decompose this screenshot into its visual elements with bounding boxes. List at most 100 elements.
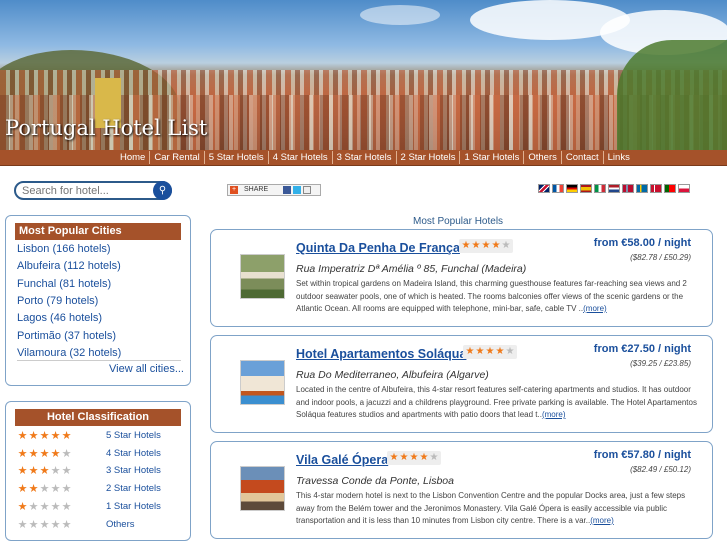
search-icon[interactable]: ⚲ [153,181,172,200]
star-icon: ★ [465,346,475,357]
page: Portugal Hotel List Home Car Rental 5 Star… [0,0,727,545]
hotel-description: Located in the centre of Albufeira, this… [296,384,698,422]
classification-link[interactable]: 5 Star Hotels [106,430,161,441]
star-icon: ★ [28,464,39,478]
star-icon: ★ [28,429,39,442]
star-rating: ★ ★ ★ ★ ★ [387,451,441,465]
germany-flag[interactable] [566,184,578,193]
star-icon: ★ [419,452,429,463]
classification-row[interactable]: ★ ★ ★ ★ ★ 4 Star Hotels [17,448,187,462]
classification-link[interactable]: 2 Star Hotels [106,483,161,494]
classification-row[interactable]: ★ ★ ★ ★ ★ 3 Star Hotels [17,465,187,479]
popular-cities-title: Most Popular Cities [15,223,181,240]
hotel-card: Hotel Apartamentos Soláqua ★ ★ ★ ★ ★ Rua Do Me… [210,335,713,433]
star-icon: ★ [39,446,50,460]
nav-item-2-star-hotels[interactable]: 2 Star Hotels [397,151,461,164]
hotel-price: from €27.50 / night [593,343,691,355]
poland-flag[interactable] [678,184,690,193]
city-link[interactable]: Lisbon (166 hotels) [17,243,111,255]
star-icon: ★ [501,240,511,251]
more-link[interactable]: (more) [583,304,607,313]
classification-link[interactable]: 1 Star Hotels [106,501,161,512]
star-icon: ★ [491,240,501,251]
classification-link[interactable]: 4 Star Hotels [106,448,161,459]
more-link[interactable]: (more) [590,516,614,525]
hotel-description-text: Located in the centre of Albufeira, this… [296,385,697,419]
city-link[interactable]: Portimão (37 hotels) [17,330,116,342]
star-rating: ★ ★ ★ ★ ★ [17,501,72,512]
hotel-price-converted: ($82.78 / £50.29) [630,253,691,262]
hotel-thumbnail[interactable] [240,360,285,405]
portugal-flag[interactable] [664,184,676,193]
nav-item-contact[interactable]: Contact [562,151,604,164]
italy-flag[interactable] [594,184,606,193]
spain-flag[interactable] [580,184,592,193]
denmark-flag[interactable] [650,184,662,193]
star-icon: ★ [50,446,61,460]
nav-item-car-rental[interactable]: Car Rental [150,151,205,164]
star-rating: ★ ★ ★ ★ ★ [17,448,72,459]
hotel-thumbnail[interactable] [240,466,285,511]
classification-row[interactable]: ★ ★ ★ ★ ★ 5 Star Hotels [17,430,187,444]
uk-flag[interactable] [538,184,550,193]
header-banner: Portugal Hotel List [0,0,727,150]
netherlands-flag[interactable] [608,184,620,193]
star-icon: ★ [17,517,28,531]
hotel-price: from €57.80 / night [593,449,691,461]
classification-link[interactable]: 3 Star Hotels [106,465,161,476]
search-input[interactable] [22,184,152,198]
popular-cities-box: Most Popular Cities Lisbon (166 hotels) A… [5,215,191,386]
star-icon: ★ [485,346,495,357]
hotel-address: Rua Do Mediterraneo, Albufeira (Algarve) [296,369,489,381]
hotel-name-link[interactable]: Quinta Da Penha De França [296,241,460,255]
city-link[interactable]: Funchal (81 hotels) [17,278,111,290]
view-all-cities-link[interactable]: View all cities... [109,363,184,375]
hotel-price-converted: ($39.25 / £23.85) [630,359,691,368]
city-link[interactable]: Vilamoura (32 hotels) [17,347,121,359]
nav-item-3-star-hotels[interactable]: 3 Star Hotels [333,151,397,164]
nav-item-5-star-hotels[interactable]: 5 Star Hotels [205,151,269,164]
hotel-card: Quinta Da Penha De França ★ ★ ★ ★ ★ Rua Impera… [210,229,713,327]
city-link[interactable]: Lagos (46 hotels) [17,312,102,324]
star-icon: ★ [389,452,399,463]
nav-item-links[interactable]: Links [604,151,634,164]
star-icon: ★ [39,482,50,496]
nav-item-4-star-hotels[interactable]: 4 Star Hotels [269,151,333,164]
nav-item-others[interactable]: Others [524,151,562,164]
star-icon: ★ [50,517,61,531]
star-icon: ★ [505,346,515,357]
city-link[interactable]: Albufeira (112 hotels) [17,260,121,272]
classification-link[interactable]: Others [106,519,135,530]
nav-item-1-star-hotels[interactable]: 1 Star Hotels [460,151,525,164]
star-icon: ★ [471,240,481,251]
norway-flag[interactable] [622,184,634,193]
star-rating: ★ ★ ★ ★ ★ [17,430,72,441]
site-title[interactable]: Portugal Hotel List [5,116,207,140]
divider [17,360,181,361]
classification-row[interactable]: ★ ★ ★ ★ ★ Others [17,519,187,533]
classification-row[interactable]: ★ ★ ★ ★ ★ 1 Star Hotels [17,501,187,515]
more-link[interactable]: (more) [542,410,566,419]
star-icon: ★ [28,482,39,496]
star-icon: ★ [61,464,72,478]
star-rating: ★ ★ ★ ★ ★ [17,465,72,476]
hotel-name-link[interactable]: Vila Galé Ópera [296,453,388,467]
star-icon: ★ [39,464,50,478]
hotel-thumbnail[interactable] [240,254,285,299]
sweden-flag[interactable] [636,184,648,193]
plus-icon: + [230,186,238,194]
star-icon: ★ [475,346,485,357]
star-icon: ★ [409,452,419,463]
star-icon: ★ [17,482,28,496]
star-icon: ★ [39,517,50,531]
nav-item-home[interactable]: Home [116,151,151,164]
star-icon: ★ [61,499,72,513]
star-icon: ★ [17,499,28,513]
city-link[interactable]: Porto (79 hotels) [17,295,98,307]
hotel-classification-title: Hotel Classification [15,409,181,426]
classification-row[interactable]: ★ ★ ★ ★ ★ 2 Star Hotels [17,483,187,497]
share-button[interactable]: + SHARE [227,184,321,196]
star-icon: ★ [50,464,61,478]
france-flag[interactable] [552,184,564,193]
hotel-name-link[interactable]: Hotel Apartamentos Soláqua [296,347,466,361]
